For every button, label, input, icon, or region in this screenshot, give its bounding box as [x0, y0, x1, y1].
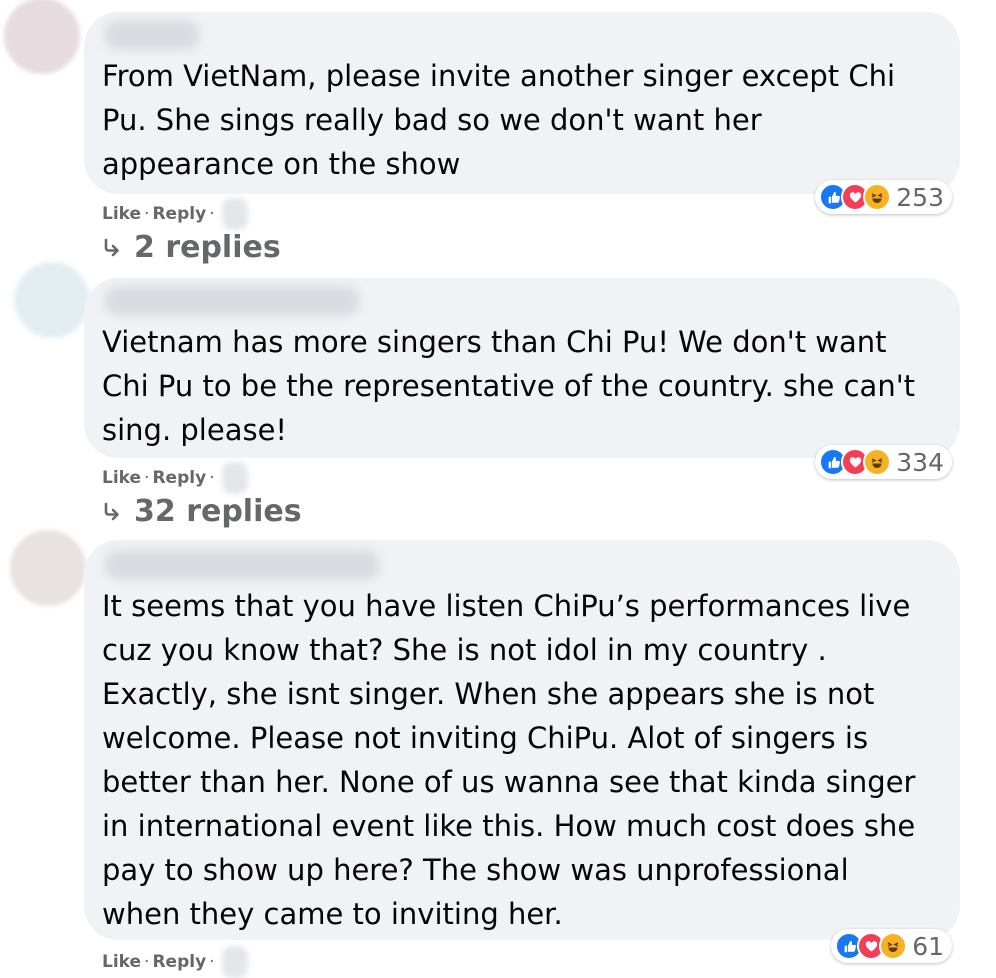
like-button[interactable]: Like: [102, 952, 141, 972]
separator: ·: [209, 952, 215, 972]
comment-bubble: Vietnam has more singers than Chi Pu! We…: [84, 278, 960, 458]
reaction-summary[interactable]: 61: [831, 929, 952, 963]
laughing-face-icon: [863, 183, 892, 211]
comment-actions: Like · Reply ·: [102, 198, 248, 230]
laughing-face-icon: [879, 932, 908, 960]
replies-count: 32 replies: [134, 494, 302, 529]
timestamp[interactable]: [221, 198, 248, 230]
replies-count: 2 replies: [134, 230, 281, 265]
view-replies-link[interactable]: 2 replies: [102, 230, 281, 265]
comment-actions: Like · Reply ·: [102, 946, 248, 978]
avatar[interactable]: [10, 530, 86, 606]
avatar[interactable]: [4, 0, 80, 74]
comment-bubble: From VietNam, please invite another sing…: [84, 12, 960, 194]
like-button[interactable]: Like: [102, 204, 141, 224]
author-name[interactable]: [104, 550, 380, 580]
laughing-face-icon: [863, 448, 892, 476]
reply-button[interactable]: Reply: [152, 952, 206, 972]
separator: ·: [209, 204, 215, 224]
comment-actions: Like · Reply ·: [102, 462, 248, 494]
reply-button[interactable]: Reply: [152, 204, 206, 224]
reaction-count: 61: [912, 931, 944, 961]
reply-button[interactable]: Reply: [152, 468, 206, 488]
separator: ·: [144, 468, 150, 488]
reply-arrow-icon: [104, 502, 119, 520]
avatar[interactable]: [14, 262, 90, 338]
reaction-summary[interactable]: 253: [815, 180, 952, 214]
author-name[interactable]: [104, 20, 200, 50]
separator: ·: [209, 468, 215, 488]
reaction-count: 253: [896, 182, 944, 212]
comment-text: Vietnam has more singers than Chi Pu! We…: [102, 325, 916, 447]
reaction-count: 334: [896, 447, 944, 477]
author-name[interactable]: [104, 286, 360, 316]
reaction-summary[interactable]: 334: [815, 445, 952, 479]
comment-bubble: It seems that you have listen ChiPu’s pe…: [84, 540, 960, 940]
comment-text: From VietNam, please invite another sing…: [102, 59, 896, 181]
separator: ·: [144, 204, 150, 224]
reply-arrow-icon: [104, 238, 119, 256]
like-button[interactable]: Like: [102, 468, 141, 488]
timestamp[interactable]: [221, 462, 248, 494]
view-replies-link[interactable]: 32 replies: [102, 494, 302, 529]
separator: ·: [144, 952, 150, 972]
timestamp[interactable]: [221, 946, 248, 978]
comment-text: It seems that you have listen ChiPu’s pe…: [102, 589, 916, 931]
